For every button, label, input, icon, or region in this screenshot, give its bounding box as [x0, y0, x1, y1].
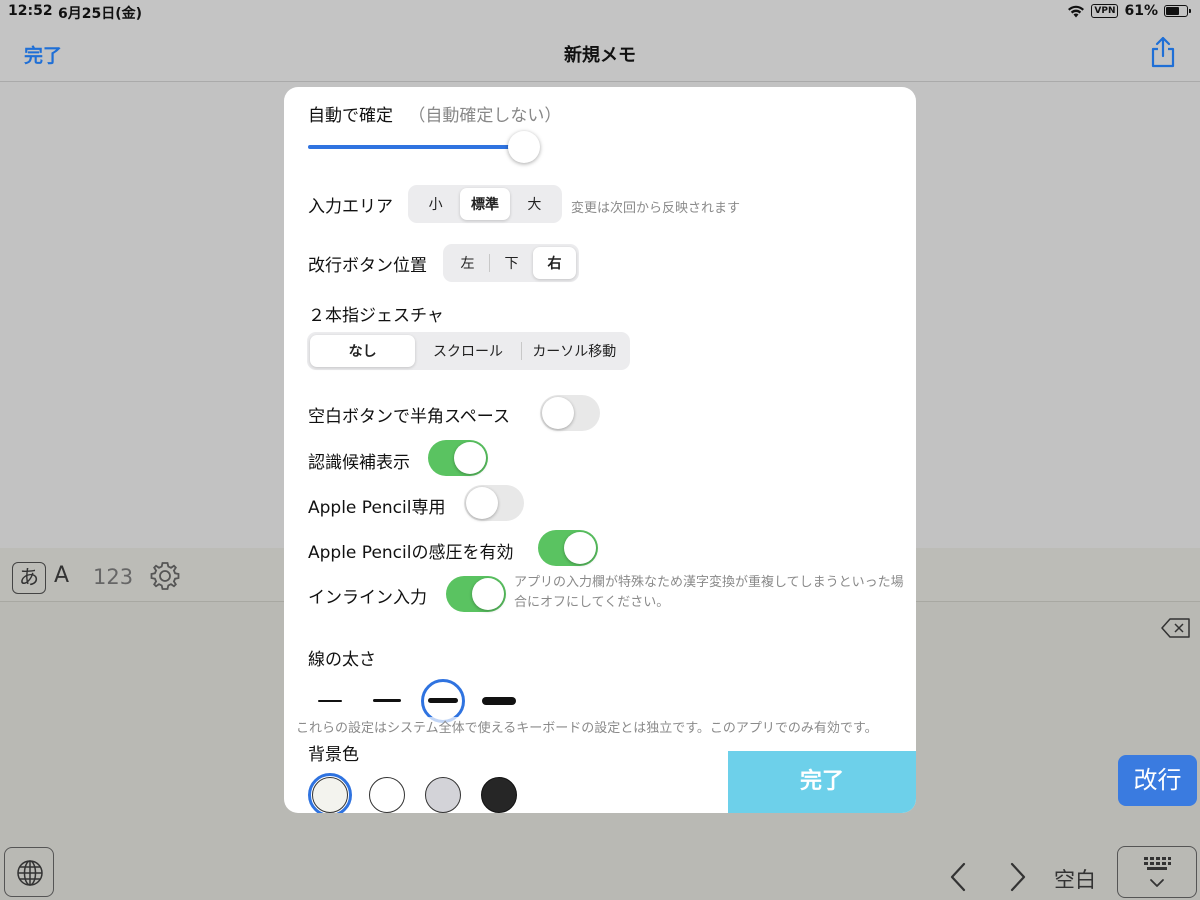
line-width-label: 線の太さ: [308, 650, 376, 670]
input-area-option-small[interactable]: 小: [411, 188, 460, 220]
two-finger-segmented: なし スクロール カーソル移動: [307, 332, 630, 370]
pencil-only-toggle[interactable]: [464, 485, 524, 521]
auto-confirm-row: 自動で確定 （自動確定しない）: [308, 101, 561, 126]
battery-percent: 61%: [1124, 3, 1158, 19]
toggle-knob: [472, 578, 504, 610]
settings-done-button[interactable]: 完了: [728, 751, 916, 813]
pencil-pressure-label: Apple Pencilの感圧を有効: [308, 543, 514, 563]
toggle-knob: [466, 487, 498, 519]
space-half-toggle[interactable]: [540, 395, 600, 431]
wifi-icon: [1068, 5, 1085, 17]
input-area-label: 入力エリア: [308, 197, 393, 217]
newline-position-segmented: 左 下 右: [443, 244, 579, 282]
cursor-left-icon[interactable]: [946, 860, 970, 894]
line-width-option-medium[interactable]: [373, 699, 401, 702]
number-mode-button[interactable]: 123: [93, 565, 133, 589]
bg-color-swatch-black[interactable]: [481, 777, 517, 813]
globe-button[interactable]: [4, 847, 54, 897]
gear-icon[interactable]: [149, 560, 181, 592]
vpn-badge: VPN: [1091, 4, 1119, 18]
settings-footer-note: これらの設定はシステム全体で使えるキーボードの設定とは独立です。このアプリでのみ…: [296, 717, 878, 736]
return-button[interactable]: 改行: [1118, 755, 1197, 806]
newline-position-label: 改行ボタン位置: [308, 256, 427, 276]
candidates-toggle[interactable]: [428, 440, 488, 476]
two-finger-option-cursor[interactable]: カーソル移動: [522, 335, 627, 367]
hide-keyboard-button[interactable]: [1117, 846, 1197, 898]
inline-input-label: インライン入力: [308, 588, 427, 608]
status-time: 12:52: [8, 3, 53, 19]
input-area-note: 変更は次回から反映されます: [571, 201, 741, 216]
auto-confirm-label: 自動で確定: [308, 106, 393, 126]
auto-confirm-sublabel: （自動確定しない）: [408, 106, 562, 126]
input-area-segmented: 小 標準 大: [408, 185, 562, 223]
keyboard-hide-icon: [1144, 857, 1171, 887]
latin-mode-button[interactable]: A: [54, 563, 69, 588]
line-width-option-extra-bold[interactable]: [482, 697, 516, 705]
auto-confirm-slider-track[interactable]: [308, 145, 524, 149]
two-finger-label: ２本指ジェスチャ: [308, 306, 444, 326]
inline-input-toggle[interactable]: [446, 576, 506, 612]
delete-icon[interactable]: [1161, 617, 1191, 639]
bg-color-swatch-white[interactable]: [369, 777, 405, 813]
space-button[interactable]: 空白: [1054, 864, 1096, 894]
toggle-knob: [564, 532, 596, 564]
bg-color-swatch-cream[interactable]: [312, 777, 348, 813]
battery-icon: [1164, 5, 1191, 17]
input-area-option-standard[interactable]: 標準: [460, 188, 510, 220]
toggle-knob: [542, 397, 574, 429]
bg-color-label: 背景色: [308, 745, 359, 765]
pencil-pressure-toggle[interactable]: [538, 530, 598, 566]
space-half-label: 空白ボタンで半角スペース: [308, 407, 510, 427]
bg-color-swatch-gray[interactable]: [425, 777, 461, 813]
two-finger-option-none[interactable]: なし: [310, 335, 416, 367]
auto-confirm-slider-knob[interactable]: [508, 131, 540, 163]
candidates-label: 認識候補表示: [308, 453, 410, 473]
kana-mode-button[interactable]: あ: [12, 562, 46, 594]
page-title: 新規メモ: [564, 45, 636, 66]
toggle-knob: [454, 442, 486, 474]
pencil-only-label: Apple Pencil専用: [308, 498, 446, 518]
share-icon[interactable]: [1150, 36, 1176, 68]
status-right: VPN 61%: [1067, 3, 1191, 19]
newline-option-bottom[interactable]: 下: [490, 247, 533, 279]
globe-icon: [17, 860, 43, 886]
line-width-option-thin[interactable]: [318, 700, 342, 702]
status-date: 6月25日(金): [58, 6, 143, 22]
input-area-option-large[interactable]: 大: [510, 188, 559, 220]
two-finger-option-scroll[interactable]: スクロール: [415, 335, 520, 367]
cursor-right-icon[interactable]: [1006, 860, 1030, 894]
status-bar: 12:52 6月25日(金) VPN 61%: [0, 0, 1200, 24]
newline-option-left[interactable]: 左: [446, 247, 489, 279]
newline-option-right[interactable]: 右: [533, 247, 576, 279]
settings-popover: 自動で確定 （自動確定しない） 入力エリア 小 標準 大 変更は次回から反映され…: [284, 87, 916, 813]
inline-input-note: アプリの入力欄が特殊なため漢字変換が重複してしまうといった場合にオフにしてくださ…: [514, 575, 904, 610]
nav-bar: 完了 新規メモ: [0, 24, 1200, 82]
line-width-option-bold[interactable]: [428, 698, 458, 703]
